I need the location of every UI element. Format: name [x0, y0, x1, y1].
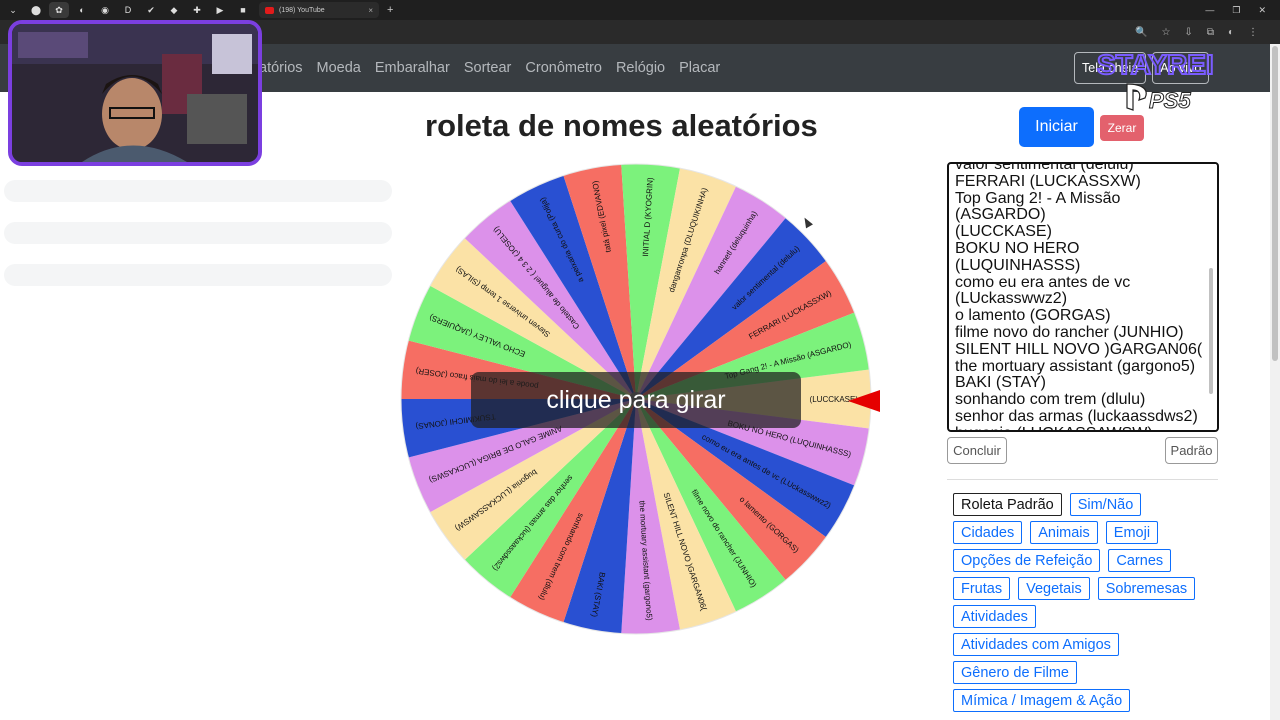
browser-tab-icon[interactable]: ◉ — [95, 2, 115, 18]
names-list-line: BOKU NO HERO (LUQUINHASSS) — [955, 239, 1081, 274]
minimize-icon[interactable]: — — [1205, 5, 1214, 16]
browser-tab-icon[interactable]: ■ — [233, 2, 253, 18]
tab-youtube[interactable]: (198) YouTube × — [259, 2, 379, 18]
tab-title: (198) YouTube — [279, 6, 325, 14]
nav-link-relogio[interactable]: Relógio — [616, 60, 665, 76]
preset-row: Mímica / Imagem & Ação — [953, 689, 1223, 712]
streamer-webcam-image — [12, 24, 258, 162]
browser-tab-icon[interactable]: ⬤ — [26, 2, 46, 18]
nav-link-placar[interactable]: Placar — [679, 60, 720, 76]
names-list-line: como eu era antes de vc (LUckasswwz2) — [955, 273, 1131, 308]
names-list-line: filme novo do rancher (JUNHIO) — [955, 323, 1184, 341]
preset-row: Cidades Animais Emoji — [953, 521, 1223, 544]
browser-tab-icon[interactable]: ⌄ — [3, 2, 23, 18]
browser-tab-icon[interactable]: ✿ — [49, 2, 69, 18]
search-icon[interactable]: 🔍 — [1135, 27, 1147, 38]
preset-list: Roleta Padrão Sim/Não Cidades Animais Emoji O… — [953, 493, 1223, 717]
download-icon[interactable]: ⇩ — [1184, 27, 1192, 38]
reset-button[interactable]: Zerar — [1100, 115, 1144, 141]
page-scrollbar-thumb[interactable] — [1272, 46, 1278, 361]
browser-tab-icon[interactable]: ◐ — [72, 2, 92, 18]
maximize-icon[interactable]: ❐ — [1232, 5, 1240, 16]
names-scrollbar-thumb[interactable] — [1209, 268, 1213, 394]
nav-link-embaralhar[interactable]: Embaralhar — [375, 60, 450, 76]
browser-menu-icon[interactable]: ⋮ — [1248, 27, 1258, 38]
preset-row: Atividades — [953, 605, 1223, 628]
preset-button[interactable]: Atividades — [953, 605, 1036, 628]
profile-icon[interactable]: ◐ — [1228, 27, 1234, 38]
start-button[interactable]: Iniciar — [1019, 107, 1094, 147]
preset-button[interactable]: Gênero de Filme — [953, 661, 1077, 684]
names-list-line: senhor das armas (luckaassdws2) — [955, 407, 1198, 425]
names-list-line: FERRARI (LUCKASSXW) — [955, 172, 1141, 190]
default-list-button[interactable]: Padrão — [1165, 437, 1218, 464]
preset-button[interactable]: Carnes — [1108, 549, 1172, 572]
preset-button[interactable]: Vegetais — [1018, 577, 1090, 600]
preset-button[interactable]: Roleta Padrão — [953, 493, 1062, 516]
preset-button[interactable]: Sobremesas — [1097, 577, 1196, 600]
faded-sidebar-history — [0, 180, 395, 306]
names-list-line: SILENT HILL NOVO )GARGAN06( — [955, 340, 1203, 358]
preset-row: Gênero de Filme — [953, 661, 1223, 684]
page-scrollbar[interactable] — [1270, 44, 1280, 720]
names-list-line: BAKI (STAY) — [955, 374, 1046, 392]
stream-brand-overlay: STAYREI PS5 — [1096, 48, 1215, 114]
names-textarea[interactable]: valor sentimental (delulu) FERRARI (LUCKA… — [947, 162, 1219, 432]
names-list-line: o lamento (GORGAS) — [955, 307, 1111, 325]
names-list-line: (LUCCKASE) — [955, 223, 1052, 241]
browser-tab-icon[interactable]: ◆ — [164, 2, 184, 18]
preset-row: Roleta Padrão Sim/Não — [953, 493, 1223, 516]
browser-tab-icon[interactable]: ▶ — [210, 2, 230, 18]
browser-tab-icon[interactable]: ✚ — [187, 2, 207, 18]
nav-link-sortear[interactable]: Sortear — [464, 60, 512, 76]
page-title: roleta de nomes aleatórios — [425, 108, 818, 143]
names-list-line: Top Gang 2! - A Missão (ASGARDO) — [955, 189, 1121, 224]
nav-link-aleatorios[interactable]: atórios — [259, 60, 303, 76]
history-row — [4, 264, 392, 286]
names-list-line: the mortuary assistant (gargono5) — [955, 357, 1196, 375]
preset-button[interactable]: Atividades com Amigos — [953, 633, 1119, 656]
preset-button[interactable]: Cidades — [953, 521, 1023, 544]
preset-button[interactable]: Sim/Não — [1069, 493, 1142, 516]
conclude-button[interactable]: Concluir — [947, 437, 1007, 464]
preset-button[interactable]: Emoji — [1105, 521, 1159, 544]
preset-button[interactable]: Animais — [1030, 521, 1098, 544]
browser-tab-strip: ⌄ ⬤ ✿ ◐ ◉ D ✔ ◆ ✚ ▶ ■ (198) YouTube × + — ❐ ✕ — [0, 0, 1280, 20]
preset-row: Opções de Refeição Carnes — [953, 549, 1223, 572]
spin-hint-overlay[interactable]: clique para girar — [471, 372, 801, 428]
history-row — [4, 222, 392, 244]
close-tab-icon[interactable]: × — [368, 6, 373, 15]
ps5-logo: PS5 — [1149, 88, 1191, 113]
webcam-overlay — [8, 20, 262, 166]
extensions-icon[interactable]: ⧉ — [1207, 27, 1214, 38]
names-scrollbar[interactable] — [1206, 164, 1216, 430]
youtube-icon — [265, 6, 274, 14]
playstation-icon — [1126, 83, 1147, 111]
divider — [947, 479, 1218, 480]
names-list-line: sonhando com trem (dlulu) — [955, 391, 1146, 409]
preset-row: Atividades com Amigos — [953, 633, 1223, 656]
names-list-line: bugonia (LUCKASSAWSW) — [955, 425, 1205, 430]
new-tab-button[interactable]: + — [387, 4, 393, 16]
preset-button[interactable]: Mímica / Imagem & Ação — [953, 689, 1131, 712]
nav-link-cronometro[interactable]: Cronômetro — [525, 60, 602, 76]
preset-row: Frutas Vegetais Sobremesas — [953, 577, 1223, 600]
preset-button[interactable]: Opções de Refeição — [953, 549, 1101, 572]
wheel-pointer-icon — [848, 390, 880, 412]
history-row — [4, 180, 392, 202]
stayrei-logo: STAYREI — [1097, 49, 1214, 80]
bookmark-star-icon[interactable]: ☆ — [1161, 27, 1170, 38]
preset-button[interactable]: Frutas — [953, 577, 1011, 600]
browser-tab-icon[interactable]: D — [118, 2, 138, 18]
nav-link-moeda[interactable]: Moeda — [317, 60, 361, 76]
browser-tab-icon[interactable]: ✔ — [141, 2, 161, 18]
close-window-icon[interactable]: ✕ — [1258, 5, 1266, 16]
